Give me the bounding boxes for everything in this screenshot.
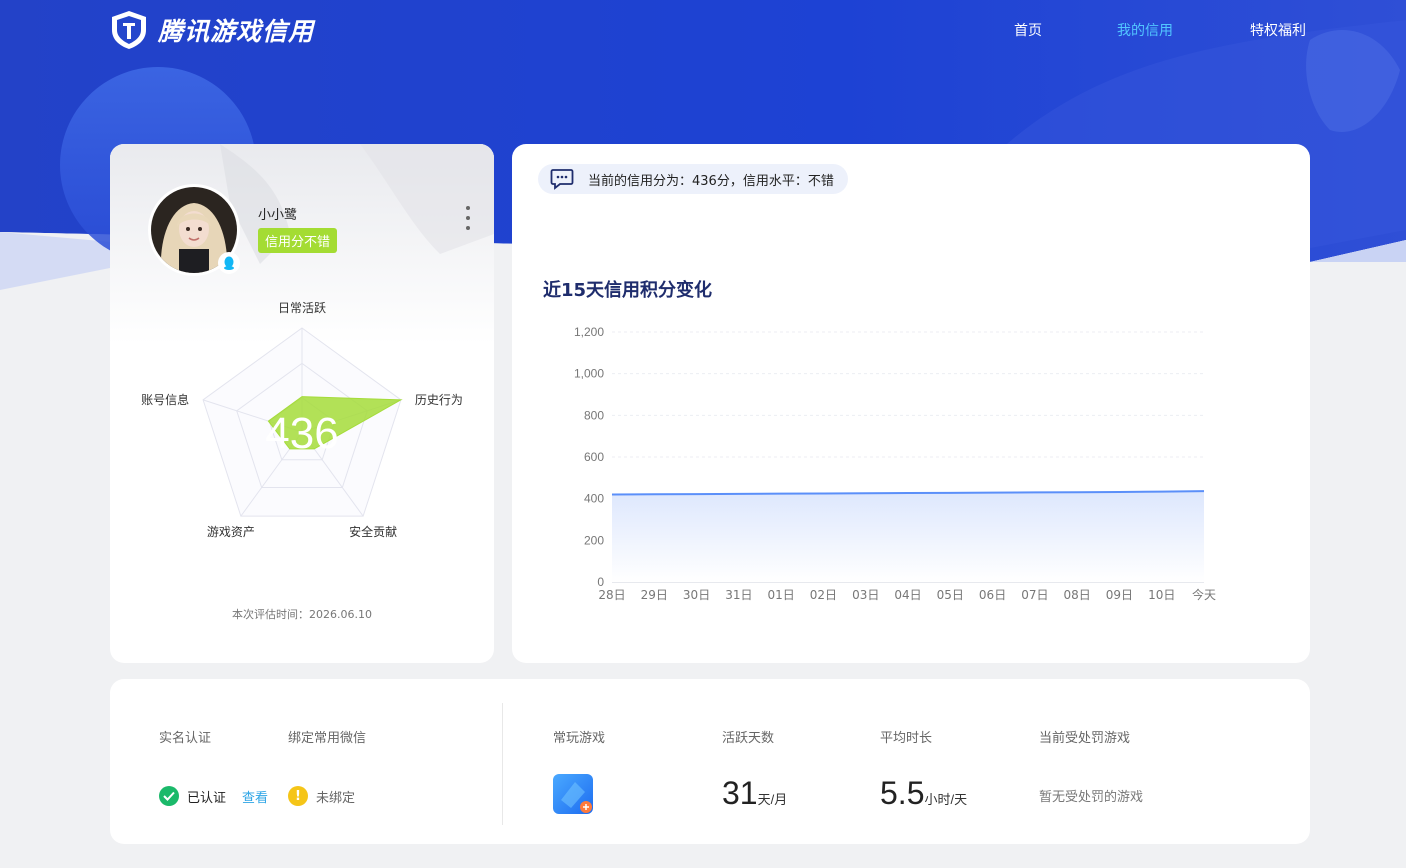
- x-tick-label: 29日: [641, 588, 668, 602]
- nav-privileges[interactable]: 特权福利: [1250, 20, 1306, 40]
- radar-axis-label: 日常活跃: [278, 301, 326, 315]
- x-tick-label: 09日: [1106, 588, 1133, 602]
- radar-axis-label: 账号信息: [141, 392, 189, 407]
- radar-axis-label: 安全贡献: [349, 524, 397, 539]
- view-realname-link[interactable]: 查看: [242, 787, 268, 806]
- x-tick-label: 04日: [894, 588, 921, 602]
- credit-summary-pill: 当前的信用分为：436分，信用水平：不错: [538, 164, 848, 194]
- penalty-status: 暂无受处罚的游戏: [1039, 790, 1144, 805]
- x-tick-label: 30日: [683, 588, 710, 602]
- wechat-status: ! 未绑定: [288, 786, 355, 806]
- area-fill: [612, 491, 1204, 582]
- message-icon: [550, 168, 574, 190]
- active-days-value: 31: [722, 775, 758, 811]
- y-tick-label: 800: [584, 408, 604, 422]
- x-tick-label: 10日: [1148, 588, 1175, 602]
- evaluation-time: 本次评估时间：2026.06.10: [232, 608, 372, 621]
- x-tick-label: 03日: [852, 588, 879, 602]
- username: 小小鹭: [258, 208, 298, 223]
- more-options-icon[interactable]: [462, 206, 474, 230]
- logo[interactable]: 腾讯游戏信用: [110, 10, 314, 50]
- avg-time-unit: 小时/天: [924, 792, 968, 807]
- y-tick-label: 1,000: [574, 367, 604, 381]
- wechat-label: 绑定常用微信: [288, 731, 367, 746]
- divider: [502, 703, 503, 825]
- x-tick-label: 28日: [598, 588, 625, 602]
- x-tick-label: 07日: [1021, 588, 1048, 602]
- realname-status-text: 已认证: [187, 790, 227, 806]
- y-tick-label: 600: [584, 450, 604, 464]
- warning-icon: !: [288, 786, 308, 806]
- shield-logo-icon: [112, 11, 146, 49]
- x-tick-label: 01日: [768, 588, 795, 602]
- check-icon: [159, 786, 179, 806]
- profile-card: 小小鹭 信用分不错 日常活跃历史行为安全贡献 游戏资产 账号信息 436 本次评估时间…: [110, 144, 494, 663]
- x-tick-label: 31日: [725, 588, 752, 602]
- credit-score-number: 436: [265, 409, 338, 458]
- top-header: 腾讯游戏信用 首页 我的信用 特权福利: [0, 0, 1406, 60]
- account-stats-card: 实名认证 绑定常用微信 已认证 查看 ! 未绑定 常玩游戏 活跃天数 31天/月…: [110, 679, 1310, 844]
- x-tick-label: 05日: [937, 588, 964, 602]
- x-tick-label: 06日: [979, 588, 1006, 602]
- credit-trend-chart: 0 200 400 600 800 1,000 1,200 28日 29日 30日 31日 01日 02…: [574, 325, 1216, 602]
- qq-icon: [218, 252, 240, 274]
- radar-axis-label: 历史行为: [415, 393, 463, 407]
- nav-my-credit[interactable]: 我的信用: [1117, 20, 1173, 40]
- x-tick-label: 02日: [810, 588, 837, 602]
- y-tick-label: 1,200: [574, 325, 604, 339]
- realname-label: 实名认证: [159, 731, 212, 746]
- credit-summary-text: 当前的信用分为：436分，信用水平：不错: [588, 173, 834, 189]
- credit-chart-card: 当前的信用分为：436分，信用水平：不错 近15天信用积分变化 0 200 400 6…: [512, 144, 1310, 663]
- realname-status: 已认证 查看: [159, 786, 268, 806]
- y-tick-label: 0: [597, 575, 604, 589]
- x-tick-label: 08日: [1064, 588, 1091, 602]
- active-days: 31天/月: [722, 775, 787, 812]
- x-tick-label: 今天: [1192, 587, 1216, 602]
- avg-time: 5.5小时/天: [880, 775, 967, 812]
- y-tick-label: 200: [584, 533, 604, 547]
- game-app-icon[interactable]: [553, 774, 593, 814]
- credit-level-badge: 信用分不错: [258, 228, 338, 253]
- avg-time-label: 平均时长: [880, 731, 933, 746]
- penalty-label: 当前受处罚游戏: [1039, 731, 1131, 746]
- credit-radar-chart: 日常活跃历史行为安全贡献 游戏资产 账号信息 436: [141, 301, 463, 539]
- nav-home[interactable]: 首页: [1014, 20, 1042, 40]
- games-label: 常玩游戏: [553, 731, 606, 746]
- y-tick-label: 400: [584, 492, 604, 506]
- wechat-status-text[interactable]: 未绑定: [316, 787, 355, 806]
- radar-axis-label: 游戏资产: [207, 525, 255, 539]
- logo-text: 腾讯游戏信用: [158, 17, 315, 46]
- active-days-label: 活跃天数: [722, 731, 775, 746]
- chart-title: 近15天信用积分变化: [543, 280, 713, 301]
- active-days-unit: 天/月: [757, 792, 788, 807]
- avg-time-value: 5.5: [880, 775, 925, 811]
